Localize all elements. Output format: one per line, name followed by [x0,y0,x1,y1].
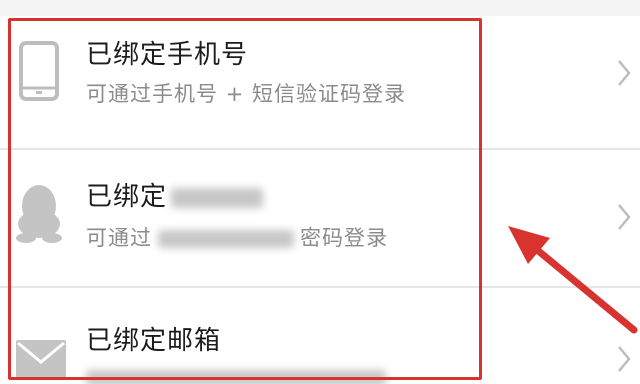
phone-subtitle: 可通过手机号 + 短信验证码登录 [86,82,406,106]
mail-icon [16,340,66,384]
phone-title: 已绑定手机号 [86,40,249,70]
qq-subtitle: 可通过 密码登录 [86,222,388,252]
redacted-qq-number [171,187,264,208]
qq-subtitle-prefix: 可通过 [86,226,152,250]
list-item-phone[interactable]: 已绑定手机号 可通过手机号 + 短信验证码登录 [0,16,640,148]
phone-icon [18,40,60,106]
chevron-right-icon [616,344,632,374]
chevron-right-icon [616,58,632,88]
qq-subtitle-suffix: 密码登录 [300,226,388,250]
redacted-qq-id [158,230,294,248]
qq-title: 已绑定 [86,176,264,213]
email-title: 已绑定邮箱 [86,326,222,356]
top-bar [0,0,640,16]
qq-title-text: 已绑定 [86,182,168,212]
redacted-email [86,370,386,384]
red-arrow-icon [500,224,640,340]
qq-icon [14,182,64,248]
